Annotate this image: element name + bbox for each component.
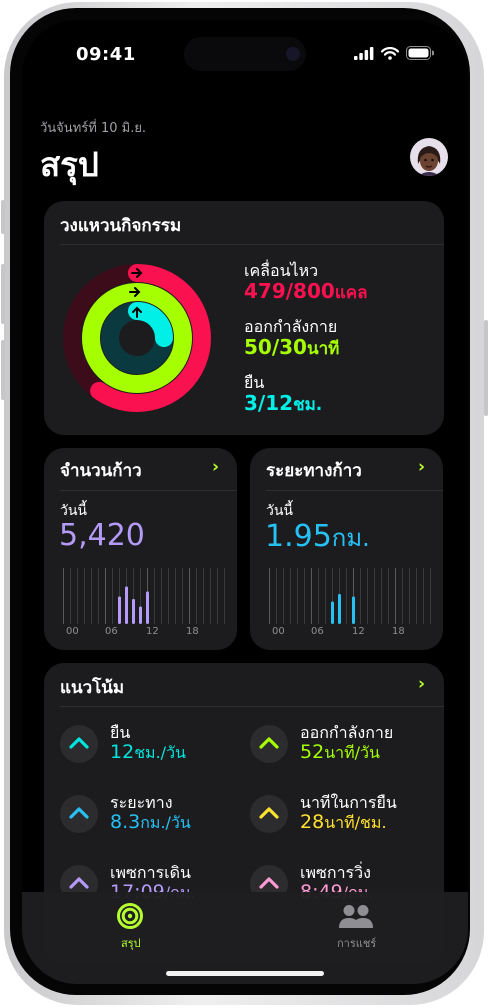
distance-bar xyxy=(331,601,334,624)
activity-rings-card[interactable]: วงแหวนกิจกรรม เคลื่อนไหว 479/800แคล ออกก… xyxy=(44,201,444,435)
exercise-value: 50/30นาที xyxy=(244,335,339,362)
people-icon xyxy=(339,905,373,928)
page-title: สรุป xyxy=(40,145,99,184)
card-divider xyxy=(60,244,444,245)
trend-value-number: 52 xyxy=(300,741,325,763)
screen: 09:41 วันจันทร์ที่ 10 มิ.ย. สรุป วงแหวนก… xyxy=(22,20,468,984)
tab-summary[interactable]: สรุป xyxy=(100,898,160,954)
chevron-up-icon xyxy=(69,807,89,819)
distance-axis-label: 18 xyxy=(392,626,405,637)
exercise-unit: นาที xyxy=(306,339,340,359)
stand-value: 3/12ชม. xyxy=(244,391,322,418)
header-date: วันจันทร์ที่ 10 มิ.ย. xyxy=(40,121,147,136)
trend-icon-circle xyxy=(60,795,98,833)
steps-value: 5,420 xyxy=(59,518,145,553)
steps-axis-label: 12 xyxy=(146,626,159,637)
trend-value: 28นาที/ชม. xyxy=(300,811,387,836)
trends-chevron-right-icon: › xyxy=(418,674,426,694)
distance-axis-label: 12 xyxy=(352,626,365,637)
action-button xyxy=(1,200,5,234)
status-time: 09:41 xyxy=(76,44,136,65)
trend-value-number: 12 xyxy=(110,741,135,763)
distance-bar xyxy=(338,594,341,624)
activity-rings-title: วงแหวนกิจกรรม xyxy=(60,216,182,236)
volume-up-button xyxy=(1,264,5,324)
camera-lens xyxy=(286,47,300,61)
card-divider xyxy=(60,490,237,491)
trend-icon-circle xyxy=(250,795,288,833)
tab-sharing[interactable]: การแชร์ xyxy=(324,898,388,954)
trend-value: 12ชม./วัน xyxy=(110,741,186,766)
distance-value-number: 1.95 xyxy=(265,519,332,554)
distance-title: ระยะทางก้าว xyxy=(266,461,362,481)
wifi-icon xyxy=(381,46,399,60)
tab-summary-label: สรุป xyxy=(121,937,141,950)
trend-unit: ชม./วัน xyxy=(134,743,186,762)
power-button xyxy=(484,320,488,416)
trend-value-number: 28 xyxy=(300,811,325,833)
stand-unit: ชม. xyxy=(293,395,323,415)
card-divider xyxy=(266,490,443,491)
trend-unit: กม./วัน xyxy=(140,813,191,832)
card-divider xyxy=(60,706,444,707)
activity-rings-icon xyxy=(117,903,143,929)
distance-card[interactable]: ระยะทางก้าว › วันนี้ 1.95กม. 00 06 12 18 xyxy=(250,448,443,650)
memoji-avatar-icon xyxy=(417,146,441,176)
steps-hourly-chart xyxy=(63,568,225,624)
tab-sharing-label: การแชร์ xyxy=(337,937,377,950)
battery-icon xyxy=(406,46,434,60)
steps-card[interactable]: จำนวนก้าว › วันนี้ 5,420 00 06 12 18 xyxy=(44,448,237,650)
steps-axis-label: 18 xyxy=(186,626,199,637)
trend-icon-circle xyxy=(60,725,98,763)
steps-bar xyxy=(146,591,149,624)
stand-value-number: 3/12 xyxy=(244,391,294,415)
status-icons xyxy=(354,46,434,60)
exercise-value-number: 50/30 xyxy=(244,335,307,359)
steps-title: จำนวนก้าว xyxy=(60,461,142,481)
move-unit: แคล xyxy=(334,283,368,303)
volume-down-button xyxy=(1,340,5,400)
move-value-number: 479/800 xyxy=(244,279,335,303)
distance-value: 1.95กม. xyxy=(265,518,370,557)
distance-bar xyxy=(352,596,355,624)
steps-axis-label: 00 xyxy=(66,626,79,637)
steps-bar xyxy=(125,586,128,624)
steps-bar xyxy=(132,599,135,624)
steps-chevron-right-icon: › xyxy=(212,457,220,477)
move-value: 479/800แคล xyxy=(244,279,368,306)
trend-unit: นาที/วัน xyxy=(324,743,380,762)
distance-hourly-chart xyxy=(269,568,431,624)
chevron-up-icon xyxy=(259,807,279,819)
home-indicator[interactable] xyxy=(166,971,324,976)
distance-chevron-right-icon: › xyxy=(418,457,426,477)
distance-axis-label: 06 xyxy=(311,626,324,637)
status-bar: 09:41 xyxy=(22,20,468,82)
distance-axis-label: 00 xyxy=(272,626,285,637)
trend-value-number: 8.3 xyxy=(110,811,141,833)
steps-bar xyxy=(118,596,121,624)
chevron-up-icon xyxy=(69,737,89,749)
steps-bar xyxy=(139,606,142,624)
activity-rings-chart xyxy=(63,264,211,412)
trend-unit: นาที/ชม. xyxy=(324,813,387,832)
trend-value: 8.3กม./วัน xyxy=(110,811,191,836)
trend-icon-circle xyxy=(250,725,288,763)
trends-title: แนวโน้ม xyxy=(60,678,125,698)
chevron-up-icon xyxy=(259,737,279,749)
profile-avatar[interactable] xyxy=(410,138,448,176)
distance-unit: กม. xyxy=(331,524,370,552)
steps-axis-label: 06 xyxy=(105,626,118,637)
cellular-signal-icon xyxy=(354,46,374,60)
trend-value: 52นาที/วัน xyxy=(300,741,380,766)
